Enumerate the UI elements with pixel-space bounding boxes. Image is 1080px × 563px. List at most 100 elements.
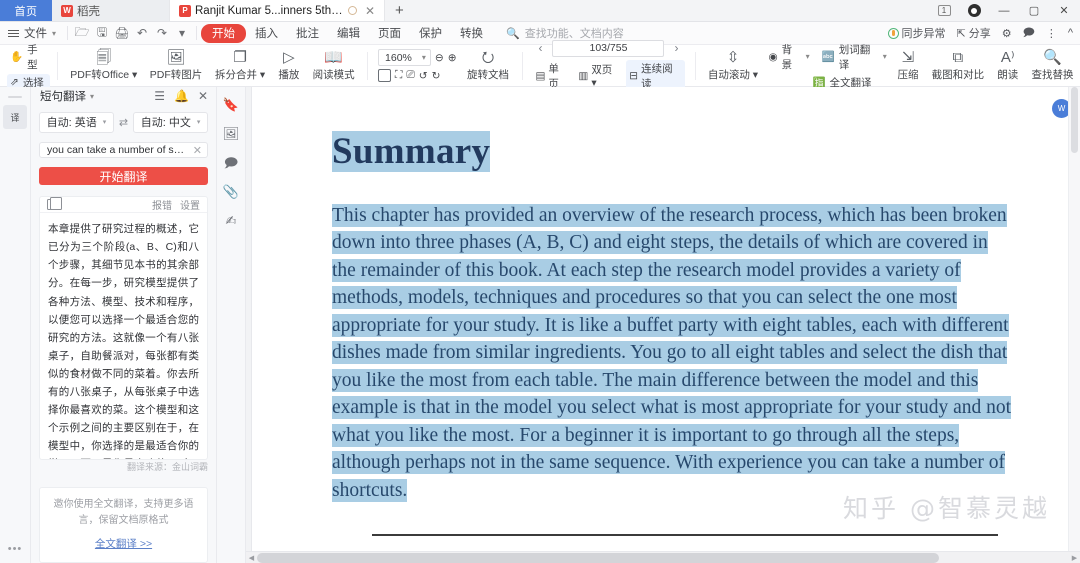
comment-icon[interactable]: 🗩 bbox=[1023, 24, 1035, 43]
hand-tool-button[interactable]: ✋ 手型 bbox=[10, 42, 47, 72]
chevron-down-icon[interactable]: ▾ bbox=[90, 92, 94, 101]
eye-icon[interactable]: ◉ bbox=[768, 51, 777, 63]
screenshot-compare-button[interactable]: ⧉ 截图和对比 bbox=[925, 45, 990, 86]
play-button[interactable]: ▷ 播放 bbox=[272, 45, 306, 86]
customize-icon[interactable]: ▾ bbox=[172, 26, 192, 40]
next-page-button[interactable]: › bbox=[668, 41, 684, 55]
translate-settings-button[interactable]: 设置 bbox=[180, 197, 200, 212]
tab-status-dot-icon bbox=[347, 6, 357, 15]
scroll-left-icon[interactable]: ◀ bbox=[246, 554, 257, 562]
split-merge-button[interactable]: ❐ 拆分合并 ▾ bbox=[209, 45, 272, 86]
chevron-down-icon: ▾ bbox=[52, 28, 57, 38]
read-mode-button[interactable]: 📖 阅读模式 bbox=[306, 45, 361, 86]
minimize-button[interactable]: — bbox=[990, 0, 1018, 21]
record-icon[interactable] bbox=[960, 0, 988, 21]
redo-icon[interactable]: ↷ bbox=[152, 26, 172, 40]
clear-icon[interactable]: ✕ bbox=[193, 144, 202, 157]
sync-status-button[interactable]: 同步异常 bbox=[887, 25, 946, 41]
page-number-value: 103/755 bbox=[589, 42, 628, 54]
collapse-ribbon-icon[interactable]: ^ bbox=[1068, 27, 1073, 39]
print-icon[interactable]: 🖨 bbox=[112, 26, 132, 40]
vertical-scrollbar-thumb[interactable] bbox=[1071, 87, 1078, 153]
autoscroll-button[interactable]: ⇳ 自动滚动 ▾ bbox=[701, 45, 764, 86]
open-icon[interactable]: 🗁 bbox=[72, 23, 92, 44]
more-options-icon[interactable]: ⋮ bbox=[1046, 27, 1057, 40]
bookmark-icon[interactable]: 🔖 bbox=[223, 98, 239, 111]
promo-text: 邀你使用全文翻译，支持更多语言，保留文档原格式 bbox=[53, 499, 194, 526]
gear-icon[interactable]: ⚙ bbox=[1002, 27, 1012, 40]
pdf-to-office-button[interactable]: 🗐 PDF转Office ▾ bbox=[64, 45, 143, 86]
single-page-button[interactable]: ▤ 单页 bbox=[532, 61, 571, 91]
attachment-icon[interactable]: 📎 bbox=[223, 185, 239, 198]
translate-source-value: you can take a number of shortcuts. bbox=[47, 144, 190, 157]
find-replace-button[interactable]: 🔍 查找替换 bbox=[1025, 45, 1080, 86]
rotate-right-icon[interactable]: ↻ bbox=[432, 70, 441, 82]
horizontal-scrollbar-thumb[interactable] bbox=[257, 552, 940, 563]
tab-pdf-document[interactable]: P Ranjit Kumar 5...inners 5th.pdf ✕ bbox=[170, 0, 385, 21]
word-translate-icon[interactable]: 🔤 bbox=[822, 50, 835, 63]
horizontal-scrollbar[interactable]: ◀ ▶ bbox=[246, 551, 1080, 563]
share-button[interactable]: ⇱ 分享 bbox=[957, 25, 991, 41]
fit-actual-icon[interactable] bbox=[378, 69, 392, 82]
pdf-viewer[interactable]: Summary This chapter has provided an ove… bbox=[246, 87, 1080, 563]
swap-icon[interactable]: ⇄ bbox=[119, 116, 128, 129]
rotate-document-button[interactable]: ⭮ 旋转文档 bbox=[461, 45, 516, 86]
thumbnail-icon[interactable]: 🖼 bbox=[223, 127, 240, 140]
bell-icon[interactable]: 🔔 bbox=[174, 89, 189, 103]
read-aloud-button[interactable]: A⁾ 朗读 bbox=[990, 45, 1024, 86]
start-translate-button[interactable]: 开始翻译 bbox=[39, 167, 208, 186]
pdf-to-image-button[interactable]: 🖼 PDF转图片 bbox=[143, 45, 208, 86]
rail-drag-handle[interactable] bbox=[8, 96, 22, 98]
report-error-button[interactable]: 报错 bbox=[152, 197, 172, 212]
zoom-out-icon[interactable]: ⊖ bbox=[435, 52, 444, 64]
page-number-input[interactable]: 103/755 bbox=[552, 39, 665, 57]
close-button[interactable]: ✕ bbox=[1050, 0, 1078, 21]
tab-insert[interactable]: 插入 bbox=[246, 24, 287, 42]
compress-icon: ⇲ bbox=[901, 48, 915, 66]
ribbon-toolbar: ✋ 手型 ⇗ 选择 🗐 PDF转Office ▾ 🖼 PDF转图片 ❐ 拆分合并… bbox=[0, 39, 1080, 92]
hamburger-icon bbox=[8, 29, 19, 37]
divider bbox=[367, 51, 369, 80]
copy-icon[interactable] bbox=[47, 197, 62, 211]
tab-convert[interactable]: 转换 bbox=[451, 24, 492, 42]
promo-link[interactable]: 全文翻译 >> bbox=[95, 536, 152, 551]
history-list-icon[interactable]: ☰ bbox=[154, 89, 165, 103]
save-icon[interactable]: 🖫 bbox=[92, 23, 112, 44]
translate-source-input[interactable]: you can take a number of shortcuts. ✕ bbox=[39, 141, 208, 159]
target-language-value: 自动: 中文 bbox=[140, 117, 191, 130]
vertical-scrollbar[interactable] bbox=[1068, 87, 1080, 551]
home-tab[interactable]: 首页 bbox=[0, 0, 52, 21]
pdf-page[interactable]: Summary This chapter has provided an ove… bbox=[252, 87, 1068, 551]
compress-button[interactable]: ⇲ 压缩 bbox=[891, 45, 925, 86]
split-merge-label: 拆分合并 bbox=[215, 68, 258, 81]
horizontal-scroll-track[interactable] bbox=[257, 552, 1069, 563]
background-label: 背景 bbox=[781, 43, 793, 71]
tab-close-icon[interactable]: ✕ bbox=[365, 5, 375, 17]
dual-page-button[interactable]: ▥ 双页 ▾ bbox=[575, 62, 622, 89]
translate-panel-icon[interactable]: 译 bbox=[3, 105, 27, 129]
tab-annotate[interactable]: 批注 bbox=[287, 24, 328, 42]
comment-icon[interactable]: 🗩 bbox=[224, 156, 238, 169]
zoom-in-icon[interactable]: ⊕ bbox=[448, 52, 457, 64]
undo-icon[interactable]: ↶ bbox=[132, 26, 152, 40]
new-tab-button[interactable]: + bbox=[385, 0, 414, 21]
tab-start[interactable]: 开始 bbox=[201, 23, 247, 43]
target-language-select[interactable]: 自动: 中文 ▾ bbox=[133, 111, 208, 133]
rotate-left-icon[interactable]: ↺ bbox=[419, 70, 428, 82]
tab-protect[interactable]: 保护 bbox=[410, 24, 451, 42]
tab-dock[interactable]: W 稻壳 bbox=[52, 0, 170, 21]
zoom-level-select[interactable]: 160% ▾ bbox=[378, 49, 431, 66]
window-count-badge[interactable]: 1 bbox=[930, 0, 958, 21]
tab-page[interactable]: 页面 bbox=[369, 24, 410, 42]
fit-width-icon[interactable]: ⎚ bbox=[406, 69, 414, 82]
source-language-select[interactable]: 自动: 英语 ▾ bbox=[39, 111, 114, 133]
maximize-button[interactable]: ▢ bbox=[1020, 0, 1048, 21]
prev-page-button[interactable]: ‹ bbox=[532, 41, 548, 55]
close-icon[interactable]: ✕ bbox=[198, 89, 208, 103]
fit-page-icon[interactable]: ⛶ bbox=[395, 69, 402, 82]
file-menu-button[interactable]: 文件 ▾ bbox=[0, 25, 63, 41]
rail-more-button[interactable]: ••• bbox=[8, 543, 23, 563]
tab-edit[interactable]: 编辑 bbox=[328, 24, 369, 42]
scroll-right-icon[interactable]: ▶ bbox=[1069, 554, 1080, 562]
signature-icon[interactable]: ✍ bbox=[226, 214, 237, 227]
